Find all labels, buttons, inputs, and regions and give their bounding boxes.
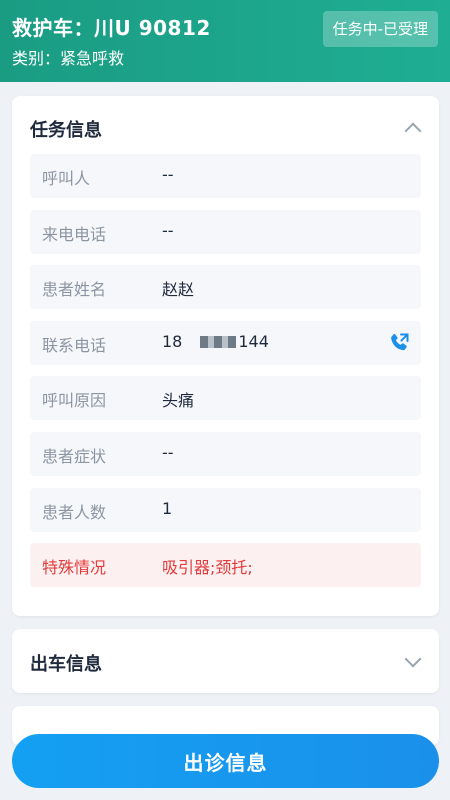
phone-call-icon[interactable] — [387, 331, 411, 355]
task-info-list: 呼叫人 -- 来电电话 -- 患者姓名 赵赵 联系电话 18 144 呼叫原因 头… — [30, 154, 421, 599]
call-category: 类别：紧急呼救 — [12, 49, 125, 68]
row-value: 头痛 — [162, 391, 195, 411]
chevron-down-icon[interactable] — [404, 650, 422, 668]
row-patient-count: 患者人数 1 — [30, 487, 421, 532]
row-label: 呼叫人 — [42, 169, 91, 188]
dispatch-info-card[interactable]: 出车信息 — [12, 629, 439, 693]
task-info-header[interactable]: 任务信息 — [12, 96, 439, 158]
row-value: 吸引器;颈托; — [162, 558, 253, 578]
contact-phone-value: 18 144 — [162, 332, 269, 351]
status-badge: 任务中-已受理 — [322, 11, 438, 47]
row-value: -- — [162, 165, 174, 184]
task-info-card: 任务信息 呼叫人 -- 来电电话 -- 患者姓名 赵赵 联系电话 18 144 呼… — [12, 96, 439, 616]
row-call-reason: 呼叫原因 头痛 — [30, 376, 421, 421]
masked-digits — [200, 336, 237, 349]
visit-info-button[interactable]: 出诊信息 — [12, 734, 439, 788]
row-value: -- — [162, 442, 174, 462]
row-special-conditions: 特殊情况 吸引器;颈托; — [30, 543, 421, 588]
row-label: 患者症状 — [42, 446, 107, 466]
ambulance-title: 救护车：川U 90812 — [12, 16, 211, 40]
row-label: 呼叫原因 — [42, 391, 107, 411]
row-value: 赵赵 — [162, 280, 195, 300]
row-value: 1 — [162, 498, 173, 518]
row-incoming-phone: 来电电话 -- — [30, 209, 421, 254]
row-label: 特殊情况 — [42, 558, 107, 578]
phone-suffix: 144 — [238, 331, 269, 351]
row-label: 来电电话 — [42, 224, 107, 244]
dispatch-info-header[interactable]: 出车信息 — [12, 629, 439, 691]
app-header: 救护车：川U 90812 类别：紧急呼救 任务中-已受理 — [0, 0, 450, 82]
row-label: 患者人数 — [42, 502, 107, 522]
row-label: 患者姓名 — [42, 280, 107, 300]
phone-prefix: 18 — [162, 331, 183, 351]
row-patient-name: 患者姓名 赵赵 — [30, 265, 421, 310]
task-info-title: 任务信息 — [30, 120, 102, 141]
chevron-up-icon[interactable] — [404, 122, 422, 140]
dispatch-info-title: 出车信息 — [30, 654, 102, 675]
row-caller: 呼叫人 -- — [30, 154, 421, 198]
row-symptoms: 患者症状 -- — [30, 431, 421, 476]
row-label: 联系电话 — [42, 335, 107, 355]
row-value: -- — [162, 220, 174, 240]
row-contact-phone: 联系电话 18 144 — [30, 320, 421, 365]
